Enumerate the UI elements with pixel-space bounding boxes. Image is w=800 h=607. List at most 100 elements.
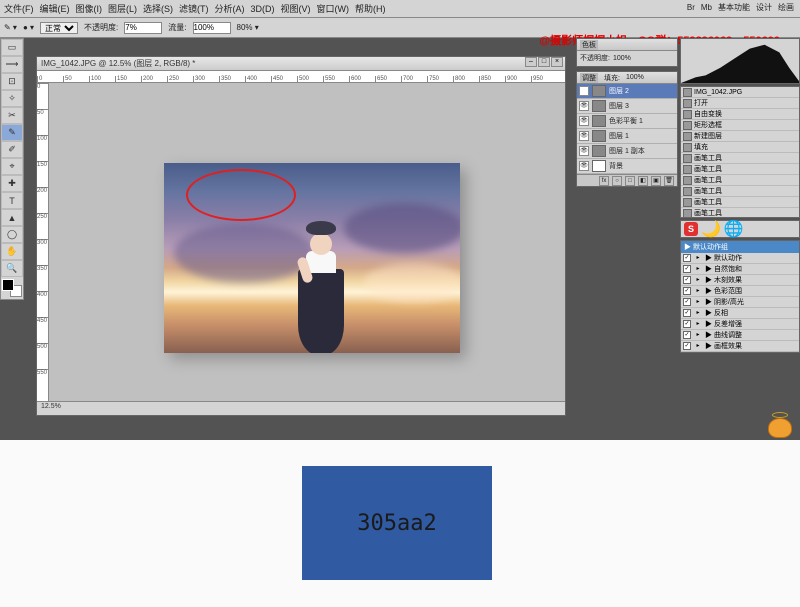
annotation-ellipse	[186, 169, 296, 221]
menu-window[interactable]: 窗口(W)	[317, 2, 350, 15]
new-layer-icon[interactable]: ▣	[651, 176, 661, 186]
pencil-tool[interactable]: ✐	[1, 141, 23, 158]
history-item[interactable]: 自由变换	[681, 109, 799, 120]
visibility-icon[interactable]: 👁	[579, 86, 589, 96]
adjustment-icon[interactable]: □	[625, 176, 635, 186]
action-item[interactable]: ✓▸▶ 曲线调整	[681, 330, 799, 341]
menu-file[interactable]: 文件(F)	[4, 2, 34, 15]
history-item[interactable]: 画笔工具	[681, 208, 799, 218]
zoom-tool[interactable]: 🔍	[1, 260, 23, 277]
workspace-design[interactable]: 设计	[756, 2, 772, 13]
menu-edit[interactable]: 编辑(E)	[40, 2, 70, 15]
layer-thumb	[592, 100, 606, 112]
move-tool[interactable]: ▭	[1, 39, 23, 56]
history-item[interactable]: 填充	[681, 142, 799, 153]
shape-tool[interactable]: ◯	[1, 226, 23, 243]
ruler-vertical: 050100150200250300350400450500550	[37, 83, 49, 401]
visibility-icon[interactable]: 👁	[579, 146, 589, 156]
adjust-opacity-value[interactable]: 100%	[613, 55, 631, 62]
color-swatch[interactable]	[2, 279, 22, 297]
group-icon[interactable]: ◧	[638, 176, 648, 186]
layer-row[interactable]: 👁背景	[577, 159, 677, 174]
swatches-tab[interactable]: 色板	[580, 40, 598, 50]
panels-farright: IMG_1042.JPG 打开 自由变换 矩形选框 新建图层 填充 画笔工具 画…	[680, 38, 800, 353]
brush-tool[interactable]: ✎	[1, 124, 23, 141]
layer-row[interactable]: 👁图层 1	[577, 129, 677, 144]
menu-help[interactable]: 帮助(H)	[355, 2, 386, 15]
action-item[interactable]: ✓▸▶ 反差增强	[681, 319, 799, 330]
action-item[interactable]: ✓▸▶ 默认动作	[681, 253, 799, 264]
histogram-panel	[680, 38, 800, 84]
blend-mode-select[interactable]: 正常	[40, 22, 78, 34]
opacity-label: 不透明度:	[84, 22, 118, 33]
win-min-icon[interactable]: –	[525, 57, 537, 67]
menu-analysis[interactable]: 分析(A)	[215, 2, 245, 15]
mask-icon[interactable]: ○	[612, 176, 622, 186]
fx-icon[interactable]: fx	[599, 176, 609, 186]
type-tool[interactable]: T	[1, 192, 23, 209]
history-item[interactable]: 画笔工具	[681, 164, 799, 175]
lasso-tool[interactable]: ⊡	[1, 73, 23, 90]
workspace-essentials[interactable]: 基本功能	[718, 2, 750, 13]
workspace-more[interactable]: 绘画	[778, 2, 794, 13]
trash-icon[interactable]: 🗑	[664, 176, 674, 186]
eyedropper-tool[interactable]: ⌖	[1, 158, 23, 175]
layers-tab[interactable]: 调整	[580, 73, 598, 83]
history-item[interactable]: 画笔工具	[681, 175, 799, 186]
actions-header[interactable]: ▶ 默认动作组	[681, 241, 799, 253]
layer-row[interactable]: 👁色彩平衡 1	[577, 114, 677, 129]
menu-image[interactable]: 图像(I)	[76, 2, 103, 15]
hand-tool[interactable]: ✋	[1, 243, 23, 260]
minibridge-icon[interactable]: Mb	[701, 3, 712, 12]
menu-view[interactable]: 视图(V)	[281, 2, 311, 15]
fg-color[interactable]	[2, 279, 14, 291]
menu-select[interactable]: 选择(S)	[143, 2, 173, 15]
action-item[interactable]: ✓▸▶ 阴影/高光	[681, 297, 799, 308]
menu-filter[interactable]: 滤镜(T)	[179, 2, 209, 15]
action-item[interactable]: ✓▸▶ 反相	[681, 308, 799, 319]
history-panel: IMG_1042.JPG 打开 自由变换 矩形选框 新建图层 填充 画笔工具 画…	[680, 86, 800, 218]
layer-row[interactable]: 👁图层 2	[577, 84, 677, 99]
history-item[interactable]: 矩形选框	[681, 120, 799, 131]
tool-preset-icon[interactable]: ✎ ▾	[4, 23, 17, 32]
history-item[interactable]: 新建图层	[681, 131, 799, 142]
panels-right: 色板 不透明度: 100% 调整 填充: 100% 👁图层 2 👁图层 3 👁色…	[576, 38, 678, 187]
history-item[interactable]: 画笔工具	[681, 153, 799, 164]
brush-preset-icon[interactable]: ● ▾	[23, 23, 34, 32]
actions-panel: ▶ 默认动作组 ✓▸▶ 默认动作 ✓▸▶ 自然饱和 ✓▸▶ 木刻效果 ✓▸▶ 色…	[680, 240, 800, 353]
menu-layer[interactable]: 图层(L)	[108, 2, 137, 15]
extra-dropdown[interactable]: 80% ▾	[237, 23, 259, 32]
menu-3d[interactable]: 3D(D)	[251, 4, 275, 14]
bridge-icon[interactable]: Br	[687, 3, 695, 12]
marquee-tool[interactable]: ⟶	[1, 56, 23, 73]
flow-input[interactable]	[193, 22, 231, 34]
sogou-icon[interactable]: S	[684, 222, 698, 236]
pen-tool[interactable]: ▲	[1, 209, 23, 226]
canvas[interactable]	[49, 83, 553, 401]
win-close-icon[interactable]: ×	[551, 57, 563, 67]
visibility-icon[interactable]: 👁	[579, 131, 589, 141]
win-max-icon[interactable]: □	[538, 57, 550, 67]
crop-tool[interactable]: ✂	[1, 107, 23, 124]
opacity-input[interactable]	[124, 22, 162, 34]
visibility-icon[interactable]: 👁	[579, 101, 589, 111]
history-item[interactable]: 打开	[681, 98, 799, 109]
action-item[interactable]: ✓▸▶ 色彩范围	[681, 286, 799, 297]
document-status: 12.5%	[37, 401, 565, 415]
action-item[interactable]: ✓▸▶ 木刻效果	[681, 275, 799, 286]
visibility-icon[interactable]: 👁	[579, 161, 589, 171]
layer-row[interactable]: 👁图层 1 副本	[577, 144, 677, 159]
history-source[interactable]: IMG_1042.JPG	[681, 87, 799, 98]
action-item[interactable]: ✓▸▶ 画框效果	[681, 341, 799, 352]
fill-value[interactable]: 100%	[626, 74, 644, 81]
moon-icon[interactable]: 🌙	[701, 219, 721, 239]
globe-icon[interactable]: 🌐	[724, 219, 744, 239]
wand-tool[interactable]: ✧	[1, 90, 23, 107]
action-item[interactable]: ✓▸▶ 自然饱和	[681, 264, 799, 275]
heal-tool[interactable]: ✚	[1, 175, 23, 192]
history-item[interactable]: 画笔工具	[681, 186, 799, 197]
visibility-icon[interactable]: 👁	[579, 116, 589, 126]
layer-row[interactable]: 👁图层 3	[577, 99, 677, 114]
history-item[interactable]: 画笔工具	[681, 197, 799, 208]
document-window: IMG_1042.JPG @ 12.5% (图层 2, RGB/8) * – □…	[36, 56, 566, 416]
